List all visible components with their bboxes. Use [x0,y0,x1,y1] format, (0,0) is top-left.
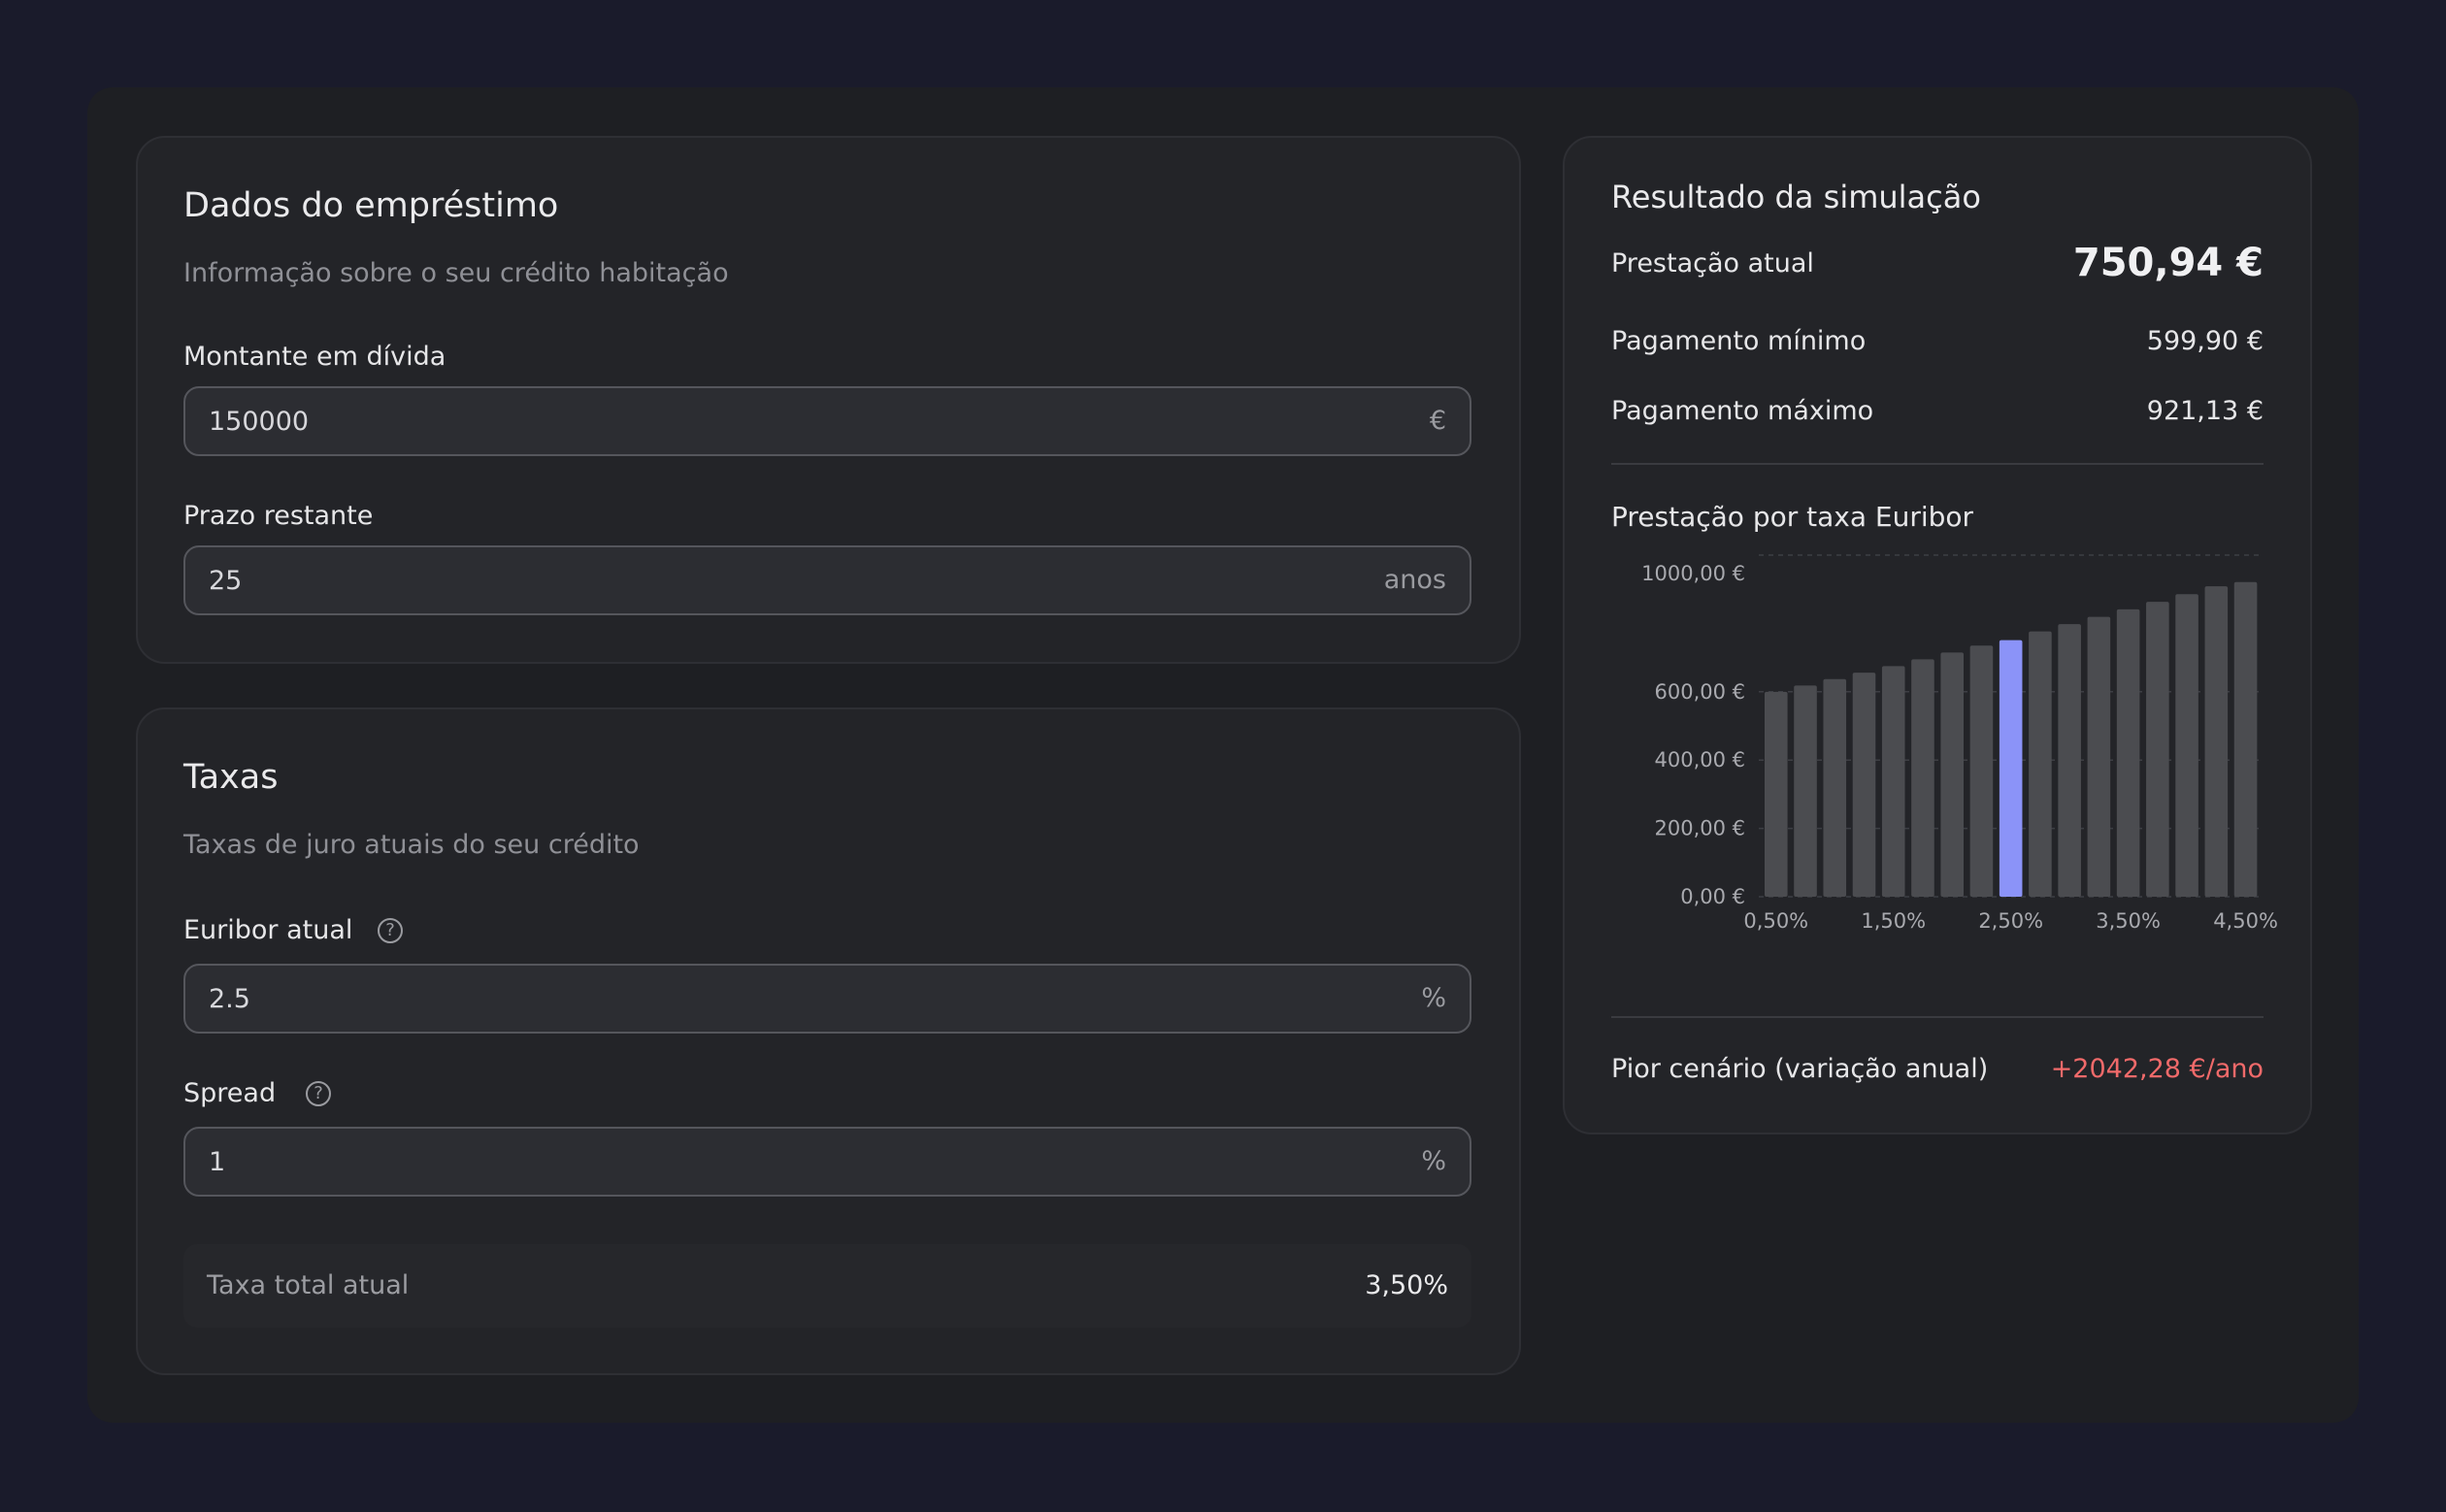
chart-bar [2175,594,2198,897]
loan-card-title: Dados do empréstimo [183,186,559,225]
chart-bar [1823,678,1847,897]
euribor-payment-chart: 0,00 € 200,00 € 400,00 € 600,00 € 1000,00 € 0… [1641,554,2278,933]
chart-bar [2058,624,2081,897]
amount-field-box: € [183,386,1471,456]
loan-data-card: Dados do empréstimo Informação sobre o s… [136,136,1521,664]
chart-y-tick-label: 400,00 € [1654,748,1745,772]
loan-card-subtitle: Informação sobre o seu crédito habitação [183,258,729,288]
euribor-label: Euribor atual [183,915,353,945]
question-circle-icon[interactable]: ? [306,1081,331,1106]
chart-y-tick-label: 600,00 € [1654,680,1745,704]
simulation-result-card: Resultado da simulação Prestação atual 7… [1563,136,2312,1134]
chart-x-tick-label: 0,50% [1743,909,1808,933]
divider [1611,463,2264,465]
result-title: Resultado da simulação [1611,179,1981,215]
chart-x-tick-label: 3,50% [2096,909,2161,933]
euribor-input[interactable] [209,966,1276,1032]
rates-card-subtitle: Taxas de juro atuais do seu crédito [183,830,640,860]
divider [1611,1016,2264,1018]
term-label: Prazo restante [183,501,374,531]
euro-suffix: € [1429,406,1446,436]
total-rate-value: 3,50% [1365,1270,1448,1300]
chart-y-tick-label: 200,00 € [1654,817,1745,840]
chart-bar-current [1999,640,2023,897]
euribor-field-box: % [183,964,1471,1034]
chart-bar [2233,581,2258,897]
current-payment-value: 750,94 € [2072,241,2264,285]
rates-card: Taxas Taxas de juro atuais do seu crédit… [136,707,1521,1375]
percent-suffix: % [1421,983,1446,1013]
max-payment-value: 921,13 € [2146,396,2264,426]
spread-input[interactable] [209,1129,1276,1195]
worst-case-value: +2042,28 €/ano [2050,1054,2264,1084]
total-rate-label: Taxa total atual [207,1270,410,1300]
chart-bar [1794,685,1817,897]
amount-input[interactable] [209,388,1276,454]
chart-x-tick-label: 2,50% [1978,909,2043,933]
percent-suffix: % [1421,1146,1446,1176]
chart-bar [1852,673,1876,897]
worst-case-label: Pior cenário (variação anual) [1611,1054,1989,1084]
chart-bar [2146,602,2169,897]
question-circle-icon[interactable]: ? [378,918,403,943]
chart-bar [1911,659,1934,897]
years-suffix: anos [1383,565,1446,595]
chart-x-tick-label: 1,50% [1861,909,1926,933]
chart-title: Prestação por taxa Euribor [1611,501,1974,533]
min-payment-value: 599,90 € [2146,326,2264,356]
total-rate-box: Taxa total atual 3,50% [183,1244,1471,1328]
spread-label: Spread [183,1078,277,1108]
term-field-box: anos [183,545,1471,615]
chart-bar [1881,666,1905,897]
rates-card-title: Taxas [183,758,279,797]
term-input[interactable] [209,547,1276,613]
min-payment-label: Pagamento mínimo [1611,326,1867,356]
max-payment-label: Pagamento máximo [1611,396,1874,426]
chart-bar [2087,616,2111,897]
current-payment-label: Prestação atual [1611,248,1814,279]
chart-bar [1765,691,1788,897]
chart-bar [2116,608,2140,897]
amount-label: Montante em dívida [183,342,446,372]
chart-bar [1969,645,1994,897]
spread-field-box: % [183,1127,1471,1197]
chart-y-tick-label: 1000,00 € [1641,562,1745,585]
chart-y-tick-label: 0,00 € [1680,885,1745,908]
chart-bar [1940,652,1964,897]
chart-x-tick-label: 4,50% [2213,909,2278,933]
chart-bar [2029,631,2052,897]
chart-bar [2204,586,2229,897]
